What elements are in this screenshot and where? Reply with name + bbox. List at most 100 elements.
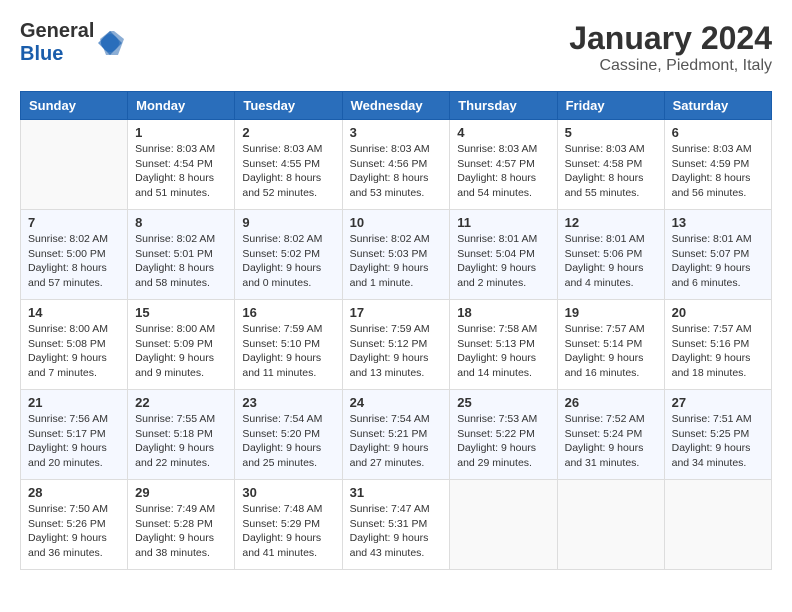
- logo-icon: [96, 29, 124, 57]
- day-info: Sunrise: 7:59 AMSunset: 5:12 PMDaylight:…: [350, 322, 443, 381]
- col-tuesday: Tuesday: [235, 92, 342, 120]
- day-number: 3: [350, 125, 443, 140]
- logo-text: General Blue: [20, 20, 94, 66]
- table-row: 27 Sunrise: 7:51 AMSunset: 5:25 PMDayligh…: [664, 390, 771, 480]
- day-number: 16: [242, 305, 334, 320]
- calendar-week-row: 28 Sunrise: 7:50 AMSunset: 5:26 PMDayligh…: [21, 480, 772, 570]
- table-row: 7 Sunrise: 8:02 AMSunset: 5:00 PMDaylight…: [21, 210, 128, 300]
- day-number: 24: [350, 395, 443, 410]
- day-number: 9: [242, 215, 334, 230]
- day-info: Sunrise: 7:58 AMSunset: 5:13 PMDaylight:…: [457, 322, 549, 381]
- calendar-header-row: Sunday Monday Tuesday Wednesday Thursday…: [21, 92, 772, 120]
- table-row: 21Sunrise: 7:56 AMSunset: 5:17 PMDayligh…: [21, 390, 128, 480]
- table-row: 4 Sunrise: 8:03 AMSunset: 4:57 PMDaylight…: [450, 120, 557, 210]
- table-row: 13Sunrise: 8:01 AMSunset: 5:07 PMDayligh…: [664, 210, 771, 300]
- table-row: 26 Sunrise: 7:52 AMSunset: 5:24 PMDayligh…: [557, 390, 664, 480]
- logo: General Blue: [20, 20, 124, 66]
- col-sunday: Sunday: [21, 92, 128, 120]
- table-row: 15 Sunrise: 8:00 AMSunset: 5:09 PMDayligh…: [128, 300, 235, 390]
- table-row: 30Sunrise: 7:48 AMSunset: 5:29 PMDayligh…: [235, 480, 342, 570]
- table-row: 1Sunrise: 8:03 AMSunset: 4:54 PMDaylight…: [128, 120, 235, 210]
- day-info: Sunrise: 7:53 AMSunset: 5:22 PMDaylight:…: [457, 412, 549, 471]
- day-info: Sunrise: 7:55 AMSunset: 5:18 PMDaylight:…: [135, 412, 227, 471]
- day-info: Sunrise: 8:03 AMSunset: 4:57 PMDaylight:…: [457, 142, 549, 201]
- day-info: Sunrise: 7:57 AMSunset: 5:16 PMDaylight:…: [672, 322, 764, 381]
- day-number: 22: [135, 395, 227, 410]
- day-number: 11: [457, 215, 549, 230]
- day-info: Sunrise: 8:03 AMSunset: 4:54 PMDaylight:…: [135, 142, 227, 201]
- table-row: 22 Sunrise: 7:55 AMSunset: 5:18 PMDayligh…: [128, 390, 235, 480]
- day-number: 23: [242, 395, 334, 410]
- table-row: 18 Sunrise: 7:58 AMSunset: 5:13 PMDayligh…: [450, 300, 557, 390]
- table-row: 5Sunrise: 8:03 AMSunset: 4:58 PMDaylight…: [557, 120, 664, 210]
- table-row: 31 Sunrise: 7:47 AMSunset: 5:31 PMDayligh…: [342, 480, 450, 570]
- day-number: 26: [565, 395, 657, 410]
- day-info: Sunrise: 7:51 AMSunset: 5:25 PMDaylight:…: [672, 412, 764, 471]
- table-row: 28 Sunrise: 7:50 AMSunset: 5:26 PMDayligh…: [21, 480, 128, 570]
- day-number: 31: [350, 485, 443, 500]
- day-number: 21: [28, 395, 120, 410]
- table-row: [557, 480, 664, 570]
- day-info: Sunrise: 7:47 AMSunset: 5:31 PMDaylight:…: [350, 502, 443, 561]
- table-row: 9 Sunrise: 8:02 AMSunset: 5:02 PMDaylight…: [235, 210, 342, 300]
- location-label: Cassine, Piedmont, Italy: [569, 57, 772, 75]
- day-number: 18: [457, 305, 549, 320]
- logo-blue: Blue: [20, 43, 63, 65]
- day-number: 19: [565, 305, 657, 320]
- table-row: 2 Sunrise: 8:03 AMSunset: 4:55 PMDaylight…: [235, 120, 342, 210]
- day-number: 13: [672, 215, 764, 230]
- day-info: Sunrise: 7:52 AMSunset: 5:24 PMDaylight:…: [565, 412, 657, 471]
- table-row: 19 Sunrise: 7:57 AMSunset: 5:14 PMDayligh…: [557, 300, 664, 390]
- day-number: 7: [28, 215, 120, 230]
- table-row: 17 Sunrise: 7:59 AMSunset: 5:12 PMDayligh…: [342, 300, 450, 390]
- calendar-week-row: 1Sunrise: 8:03 AMSunset: 4:54 PMDaylight…: [21, 120, 772, 210]
- day-number: 28: [28, 485, 120, 500]
- day-info: Sunrise: 7:54 AMSunset: 5:21 PMDaylight:…: [350, 412, 443, 471]
- day-number: 12: [565, 215, 657, 230]
- day-info: Sunrise: 8:00 AMSunset: 5:09 PMDaylight:…: [135, 322, 227, 381]
- table-row: [450, 480, 557, 570]
- day-info: Sunrise: 7:57 AMSunset: 5:14 PMDaylight:…: [565, 322, 657, 381]
- col-saturday: Saturday: [664, 92, 771, 120]
- day-info: Sunrise: 7:54 AMSunset: 5:20 PMDaylight:…: [242, 412, 334, 471]
- day-info: Sunrise: 7:59 AMSunset: 5:10 PMDaylight:…: [242, 322, 334, 381]
- day-number: 4: [457, 125, 549, 140]
- day-info: Sunrise: 8:02 AMSunset: 5:02 PMDaylight:…: [242, 232, 334, 291]
- col-thursday: Thursday: [450, 92, 557, 120]
- day-info: Sunrise: 8:01 AMSunset: 5:06 PMDaylight:…: [565, 232, 657, 291]
- table-row: 20 Sunrise: 7:57 AMSunset: 5:16 PMDayligh…: [664, 300, 771, 390]
- table-row: 25 Sunrise: 7:53 AMSunset: 5:22 PMDayligh…: [450, 390, 557, 480]
- day-info: Sunrise: 8:02 AMSunset: 5:00 PMDaylight:…: [28, 232, 120, 291]
- table-row: 11Sunrise: 8:01 AMSunset: 5:04 PMDayligh…: [450, 210, 557, 300]
- day-info: Sunrise: 8:00 AMSunset: 5:08 PMDaylight:…: [28, 322, 120, 381]
- day-info: Sunrise: 7:49 AMSunset: 5:28 PMDaylight:…: [135, 502, 227, 561]
- day-number: 14: [28, 305, 120, 320]
- calendar-week-row: 14 Sunrise: 8:00 AMSunset: 5:08 PMDayligh…: [21, 300, 772, 390]
- col-wednesday: Wednesday: [342, 92, 450, 120]
- table-row: 3Sunrise: 8:03 AMSunset: 4:56 PMDaylight…: [342, 120, 450, 210]
- logo-general: General: [20, 20, 94, 42]
- day-number: 25: [457, 395, 549, 410]
- day-number: 17: [350, 305, 443, 320]
- day-number: 5: [565, 125, 657, 140]
- day-info: Sunrise: 7:50 AMSunset: 5:26 PMDaylight:…: [28, 502, 120, 561]
- day-number: 6: [672, 125, 764, 140]
- day-info: Sunrise: 7:48 AMSunset: 5:29 PMDaylight:…: [242, 502, 334, 561]
- calendar-week-row: 21Sunrise: 7:56 AMSunset: 5:17 PMDayligh…: [21, 390, 772, 480]
- table-row: 12 Sunrise: 8:01 AMSunset: 5:06 PMDayligh…: [557, 210, 664, 300]
- day-info: Sunrise: 8:03 AMSunset: 4:55 PMDaylight:…: [242, 142, 334, 201]
- day-number: 2: [242, 125, 334, 140]
- title-area: January 2024 Cassine, Piedmont, Italy: [569, 20, 772, 75]
- col-monday: Monday: [128, 92, 235, 120]
- day-number: 29: [135, 485, 227, 500]
- table-row: 24 Sunrise: 7:54 AMSunset: 5:21 PMDayligh…: [342, 390, 450, 480]
- calendar-table: Sunday Monday Tuesday Wednesday Thursday…: [20, 91, 772, 570]
- day-number: 20: [672, 305, 764, 320]
- day-number: 10: [350, 215, 443, 230]
- day-number: 27: [672, 395, 764, 410]
- table-row: 6Sunrise: 8:03 AMSunset: 4:59 PMDaylight…: [664, 120, 771, 210]
- table-row: [664, 480, 771, 570]
- page-header: General Blue January 2024 Cassine, Piedm…: [20, 20, 772, 75]
- table-row: 14 Sunrise: 8:00 AMSunset: 5:08 PMDayligh…: [21, 300, 128, 390]
- day-number: 15: [135, 305, 227, 320]
